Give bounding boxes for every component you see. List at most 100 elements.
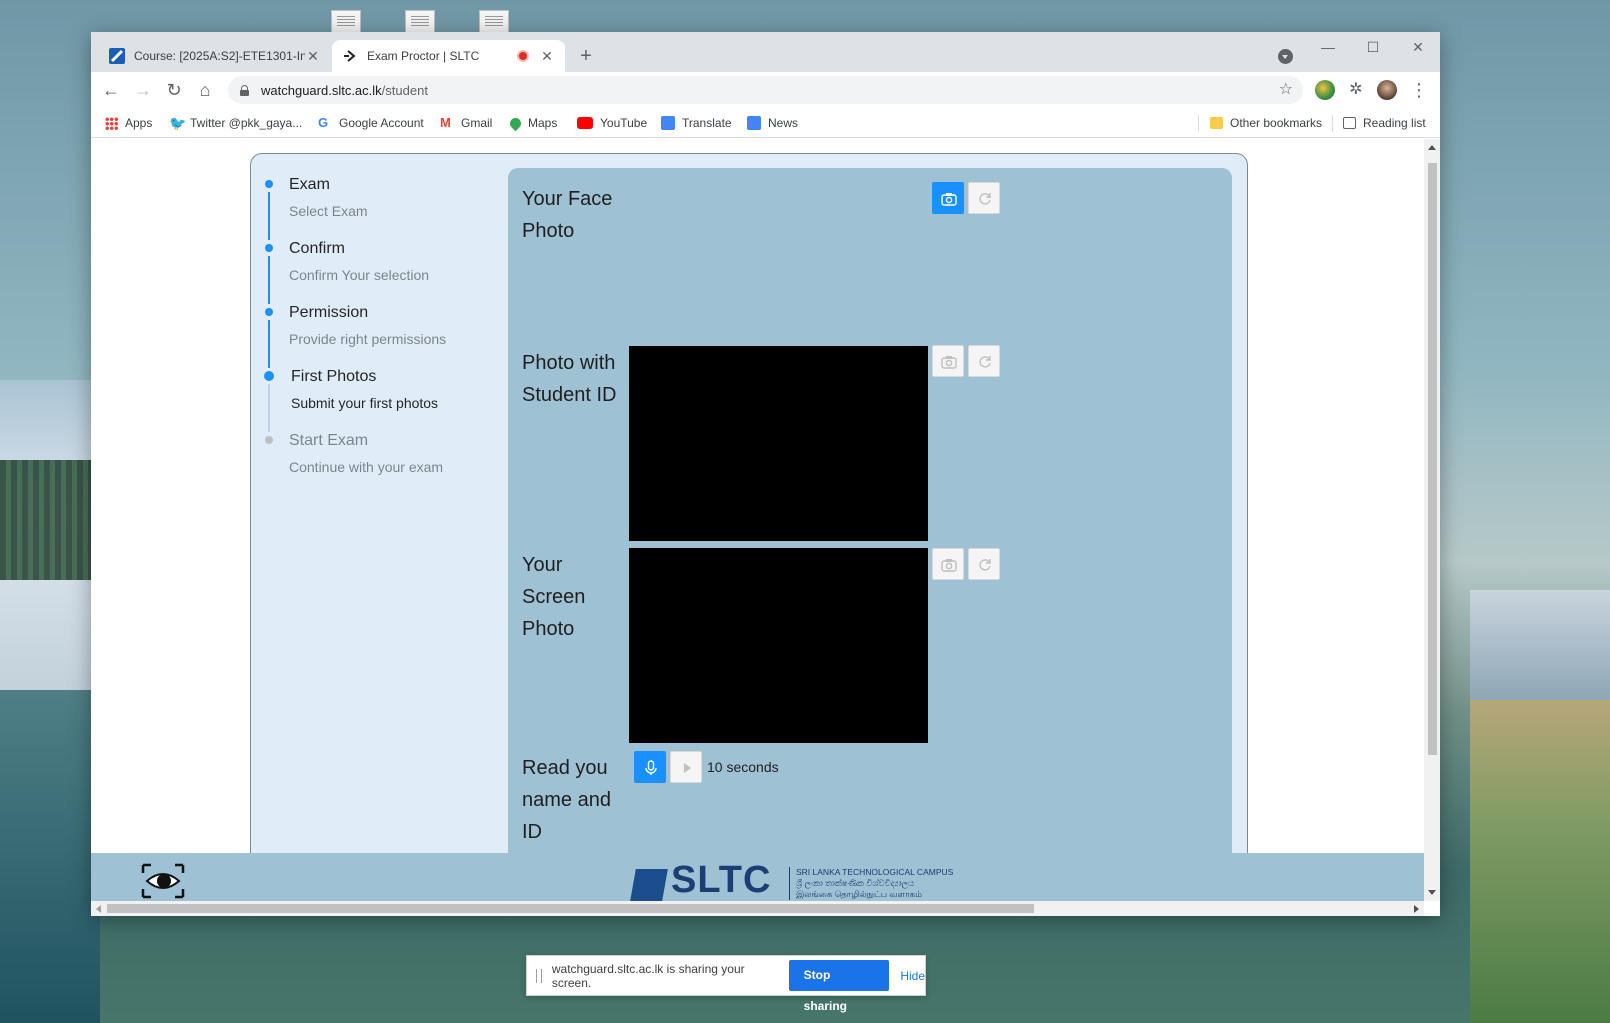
bookmark-star-icon[interactable]: ☆ [1279,79,1293,99]
bookmark-label: News [768,116,799,130]
extension-icon[interactable] [1315,80,1335,100]
step-dot [265,308,273,316]
profile-avatar[interactable] [1377,80,1397,100]
desktop-file-icon[interactable] [405,10,435,34]
address-bar[interactable]: watchguard.sltc.ac.lk/student ☆ [228,76,1303,104]
stop-sharing-button[interactable]: Stop sharing [788,960,890,1013]
bookmark-translate[interactable]: Translate [661,114,732,132]
record-audio-button[interactable] [634,751,666,783]
drag-handle-icon[interactable] [536,968,542,983]
bookmark-twitter[interactable]: 🐦 Twitter @pkk_gaya... [169,114,302,132]
bookmark-other-folder[interactable]: Other bookmarks [1210,114,1322,132]
browser-toolbar: ← → ↻ ⌂ watchguard.sltc.ac.lk/student ☆ … [91,72,1440,108]
reload-icon [979,559,991,571]
page-footer: SLTC SRI LANKA TECHNOLOGICAL CAMPUS ශ්‍ර… [91,853,1424,901]
proctor-favicon-icon [344,50,356,62]
lock-icon[interactable] [240,84,249,96]
bookmark-label: Reading list [1363,116,1426,130]
bookmark-maps[interactable]: Maps [507,114,558,132]
scroll-thumb[interactable] [107,904,1034,913]
screen-video [629,548,928,743]
extensions-puzzle-icon[interactable]: ✲ [1346,80,1366,100]
bookmark-apps[interactable]: Apps [105,114,152,132]
label-line: Student ID [522,384,617,406]
back-icon[interactable]: ← [99,78,123,102]
reload-icon [979,356,991,368]
subtitle-line: SRI LANKA TECHNOLOGICAL CAMPUS [796,867,954,877]
desktop-water [0,690,100,1023]
step-connector [268,256,270,304]
sltc-logo-mark [630,869,668,901]
step-description: Confirm Your selection [289,267,430,283]
hide-button[interactable]: Hide [900,969,925,983]
reload-icon [979,193,991,205]
step-title: First Photos [291,368,377,385]
minimize-icon[interactable]: — [1306,36,1350,58]
tab-title: Course: [2025A:S2]-ETE1301-Intr [134,49,305,63]
desktop-trees [0,460,100,580]
scroll-up-icon[interactable] [1428,145,1436,150]
face-capture-button[interactable] [932,182,964,214]
camera-icon [941,559,957,572]
microphone-icon [645,760,657,775]
step-description: Submit your first photos [291,395,439,411]
student-id-capture-button[interactable] [932,345,964,377]
screen-retake-button[interactable] [968,548,1000,580]
bookmark-label: Apps [125,116,153,130]
label-line: Screen [522,586,586,608]
audio-duration: 10 seconds [707,759,779,775]
scroll-left-icon[interactable] [96,905,101,913]
face-retake-button[interactable] [968,182,1000,214]
play-audio-button[interactable] [670,751,702,783]
desktop-file-icon[interactable] [331,10,361,34]
bookmark-gmail[interactable]: M Gmail [440,114,492,132]
maximize-icon[interactable]: ☐ [1351,36,1395,58]
student-id-retake-button[interactable] [968,345,1000,377]
new-tab-button[interactable]: + [574,44,598,68]
play-icon [684,763,691,773]
screen-capture-button[interactable] [932,548,964,580]
step-connector [268,192,270,240]
sltc-brand: SLTC [671,859,772,901]
recording-icon [517,50,529,62]
vertical-scrollbar[interactable] [1424,139,1440,901]
tab-course[interactable]: Course: [2025A:S2]-ETE1301-Intr ✕ [99,40,331,72]
bookmark-google-account[interactable]: G Google Account [318,114,424,132]
bookmark-label: Maps [528,116,558,130]
close-window-icon[interactable]: ✕ [1396,36,1440,58]
horizontal-scrollbar[interactable] [91,901,1424,916]
url-path: /student [381,82,428,98]
home-icon[interactable]: ⌂ [193,78,217,102]
step-dot [265,244,273,252]
url-host: watchguard.sltc.ac.lk [261,82,382,98]
scroll-down-icon[interactable] [1428,890,1436,895]
reading-list-button[interactable]: Reading list [1343,114,1426,132]
tab-close-icon[interactable]: ✕ [305,48,321,65]
apps-grid-icon [105,116,118,130]
label-line: Photo [522,618,575,640]
label-line: ID [522,821,542,843]
camera-icon [941,356,957,369]
bookmark-label: Google Account [339,116,424,130]
scroll-right-icon[interactable] [1414,905,1419,913]
page-content: Exam Select Exam Confirm Confirm Your se… [91,139,1424,853]
tab-close-icon[interactable]: ✕ [539,48,555,65]
reload-icon[interactable]: ↻ [162,78,186,102]
folder-icon [1210,117,1223,129]
forward-icon[interactable]: → [131,78,155,102]
gmail-icon: M [440,115,451,130]
desktop-file-icon[interactable] [479,10,509,34]
tab-search-icon[interactable] [1278,49,1293,64]
chrome-menu-icon[interactable]: ⋮ [1407,78,1431,102]
bookmark-label: Gmail [461,116,493,130]
bookmark-label: YouTube [600,116,648,130]
google-icon: G [318,115,329,130]
tab-exam-proctor[interactable]: Exam Proctor | SLTC ✕ [332,40,565,72]
bookmark-youtube[interactable]: YouTube [577,114,647,132]
step-title: Confirm [289,240,346,257]
camera-icon [941,193,957,206]
bookmark-label: Other bookmarks [1230,116,1323,130]
bookmark-news[interactable]: News [747,114,798,132]
step-title: Exam [289,176,330,193]
scroll-thumb[interactable] [1428,163,1437,755]
